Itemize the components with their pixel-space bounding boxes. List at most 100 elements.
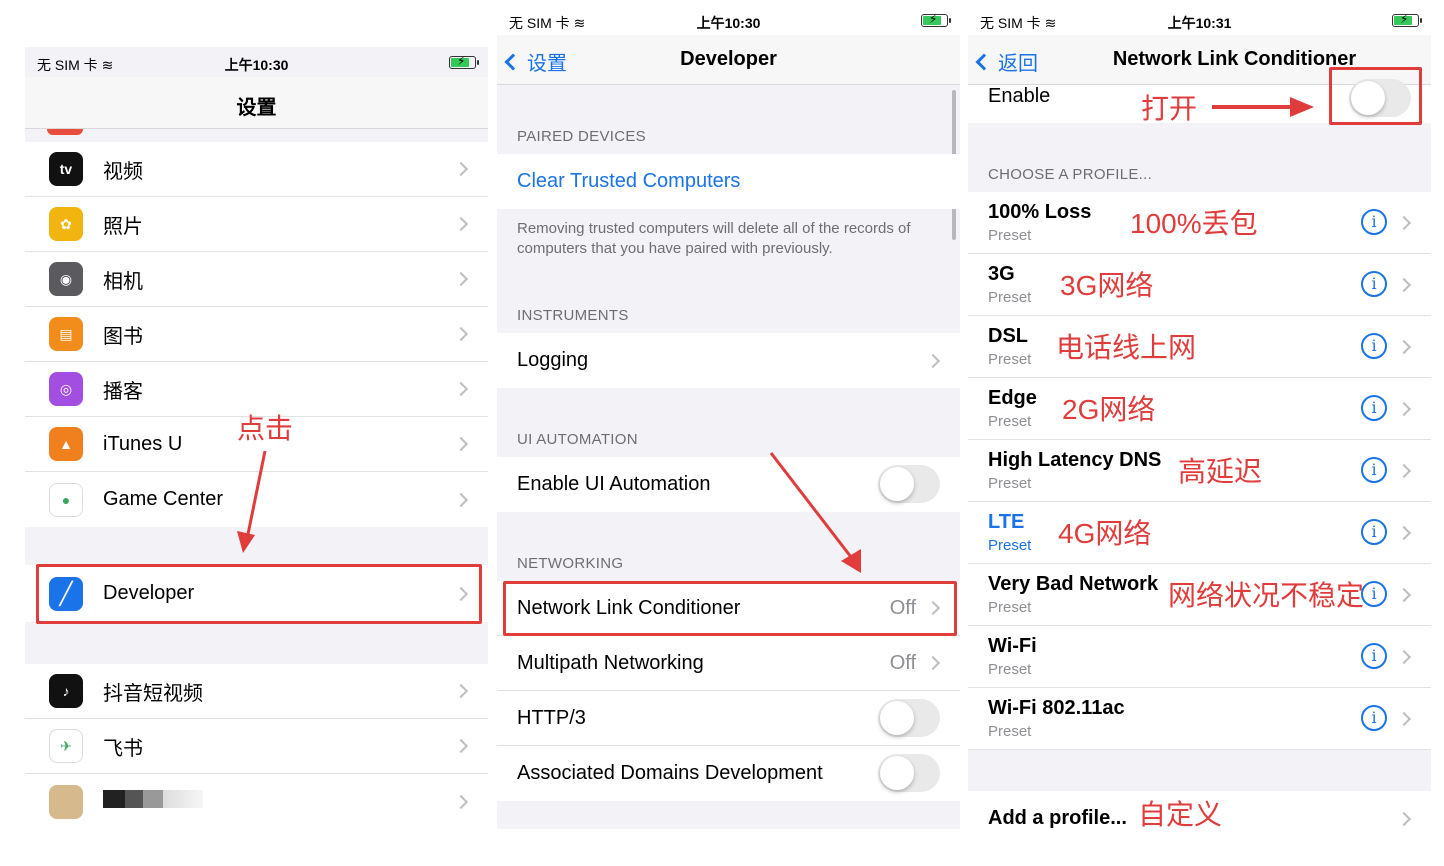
chevron-right-icon xyxy=(1396,463,1412,479)
profile-row[interactable]: Edge Preset 2G网络 i xyxy=(968,378,1431,440)
settings-item-label: 视频 xyxy=(103,160,143,183)
add-profile-label: Add a profile... xyxy=(988,807,1127,829)
status-bar: 无 SIM 卡 ≋ 上午10:31 ⚡ xyxy=(968,5,1431,35)
profile-row[interactable]: 3G Preset 3G网络 i xyxy=(968,254,1431,316)
settings-item[interactable] xyxy=(25,774,488,829)
chevron-right-icon xyxy=(1396,649,1412,665)
battery-charging-icon: ⚡ xyxy=(921,12,951,27)
profile-row[interactable]: 100% Loss Preset 100%丢包 i xyxy=(968,192,1431,254)
section-header-paired: PAIRED DEVICES xyxy=(517,128,646,145)
chevron-right-icon xyxy=(453,683,469,699)
settings-item[interactable]: ◉ 相机 xyxy=(25,252,488,307)
profile-subtitle: Preset xyxy=(988,475,1032,492)
profile-row[interactable]: Very Bad Network Preset 网络状况不稳定 i xyxy=(968,564,1431,626)
info-icon[interactable]: i xyxy=(1361,395,1387,421)
cut-off-app-icon xyxy=(47,129,83,135)
profile-subtitle: Preset xyxy=(988,289,1032,306)
profile-row[interactable]: Wi-Fi 802.11ac Preset i xyxy=(968,688,1431,750)
developer-screen: 无 SIM 卡 ≋ 上午10:30 ⚡ 设置 Developer PAIRED D… xyxy=(497,5,960,829)
annotation-turn-on: 打开 xyxy=(1141,93,1198,124)
paired-group: Clear Trusted Computers xyxy=(497,154,960,209)
photos-icon: ✿ xyxy=(49,207,83,241)
multipath-networking-row[interactable]: Multipath Networking Off xyxy=(497,636,960,691)
highlight-nlc-box xyxy=(503,581,957,636)
settings-item[interactable]: ▤ 图书 xyxy=(25,307,488,362)
profile-row[interactable]: DSL Preset 电话线上网 i xyxy=(968,316,1431,378)
enable-ui-automation-toggle[interactable] xyxy=(878,465,940,503)
profile-subtitle: Preset xyxy=(988,413,1032,430)
profile-annotation: 电话线上网 xyxy=(1056,332,1197,363)
profile-row[interactable]: LTE Preset 4G网络 i xyxy=(968,502,1431,564)
profile-subtitle: Preset xyxy=(988,227,1032,244)
info-icon[interactable]: i xyxy=(1361,581,1387,607)
ui-automation-group: Enable UI Automation xyxy=(497,457,960,512)
settings-screen: 无 SIM 卡 ≋ 上午10:30 ⚡ 设置 tv 视频 ✿ 照片 ◉ 相机 ▤ 图书 ◎ 播客 ▲ i… xyxy=(25,47,488,829)
info-icon[interactable]: i xyxy=(1361,209,1387,235)
http3-toggle[interactable] xyxy=(878,699,940,737)
profile-subtitle: Preset xyxy=(988,723,1032,740)
battery-charging-icon: ⚡ xyxy=(1392,12,1422,27)
chevron-right-icon xyxy=(453,271,469,287)
chevron-right-icon xyxy=(453,381,469,397)
chevron-left-icon xyxy=(975,53,993,70)
info-icon[interactable]: i xyxy=(1361,271,1387,297)
nav-bar: 设置 Developer xyxy=(497,35,960,85)
apple-tv-icon: tv xyxy=(49,152,83,186)
annotation-arrow-right xyxy=(1212,97,1314,117)
status-time: 上午10:30 xyxy=(696,15,761,31)
multipath-label: Multipath Networking xyxy=(517,651,704,674)
clear-trusted-label: Clear Trusted Computers xyxy=(517,170,741,192)
battery-charging-icon: ⚡ xyxy=(449,54,479,69)
enable-ui-automation-label: Enable UI Automation xyxy=(517,473,711,495)
profile-row[interactable]: Wi-Fi Preset i xyxy=(968,626,1431,688)
annotation-arrow-down xyxy=(237,450,267,553)
profiles-group: 100% Loss Preset 100%丢包 i 3G Preset 3G网络 i DSL Pr… xyxy=(968,192,1431,750)
chevron-right-icon xyxy=(1396,525,1412,541)
info-icon[interactable]: i xyxy=(1361,705,1387,731)
douyin-icon: ♪ xyxy=(49,674,83,708)
chevron-right-icon xyxy=(1396,811,1412,826)
settings-item-label: 相机 xyxy=(103,270,143,293)
chevron-right-icon xyxy=(925,655,941,671)
associated-domains-toggle[interactable] xyxy=(878,754,940,792)
info-icon[interactable]: i xyxy=(1361,333,1387,359)
profile-row[interactable]: High Latency DNS Preset 高延迟 i xyxy=(968,440,1431,502)
status-time: 上午10:30 xyxy=(224,57,289,73)
logging-row[interactable]: Logging xyxy=(497,333,960,388)
settings-item[interactable]: ✿ 照片 xyxy=(25,197,488,252)
settings-item[interactable]: ♪ 抖音短视频 xyxy=(25,664,488,719)
profile-annotation: 网络状况不稳定 xyxy=(1168,580,1365,611)
multipath-value: Off xyxy=(889,651,916,674)
info-icon[interactable]: i xyxy=(1361,519,1387,545)
status-time: 上午10:31 xyxy=(1167,15,1232,31)
back-button[interactable]: 返回 xyxy=(975,47,1038,76)
profile-subtitle: Preset xyxy=(988,537,1032,554)
chevron-right-icon xyxy=(1396,587,1412,603)
blurred-app-icon xyxy=(49,784,83,819)
books-icon: ▤ xyxy=(49,317,83,351)
camera-icon: ◉ xyxy=(49,262,83,296)
associated-domains-label: Associated Domains Development xyxy=(517,762,823,784)
profile-name: LTE xyxy=(988,511,1025,533)
profile-name: High Latency DNS xyxy=(988,449,1162,471)
settings-item[interactable]: tv 视频 xyxy=(25,142,488,197)
profile-name: DSL xyxy=(988,325,1028,347)
add-profile-row[interactable]: Add a profile... 自定义 xyxy=(968,791,1431,846)
settings-item[interactable]: ✈ 飞书 xyxy=(25,719,488,774)
chevron-right-icon xyxy=(1396,711,1412,727)
clear-trusted-computers-button[interactable]: Clear Trusted Computers xyxy=(497,154,960,209)
game-center-icon: ● xyxy=(49,482,83,517)
annotation-arrow-down-right xyxy=(769,452,861,573)
profile-annotation: 4G网络 xyxy=(1058,518,1152,549)
page-title: 设置 xyxy=(236,97,277,119)
info-icon[interactable]: i xyxy=(1361,643,1387,669)
settings-item-label: iTunes U xyxy=(103,432,183,455)
info-icon[interactable]: i xyxy=(1361,457,1387,483)
chevron-right-icon xyxy=(1396,277,1412,293)
section-header-networking: NETWORKING xyxy=(517,555,624,572)
profile-name: 100% Loss xyxy=(988,201,1092,223)
highlight-developer-box xyxy=(36,564,482,624)
podcasts-icon: ◎ xyxy=(49,372,83,406)
profile-subtitle: Preset xyxy=(988,599,1032,616)
chevron-right-icon xyxy=(453,326,469,342)
